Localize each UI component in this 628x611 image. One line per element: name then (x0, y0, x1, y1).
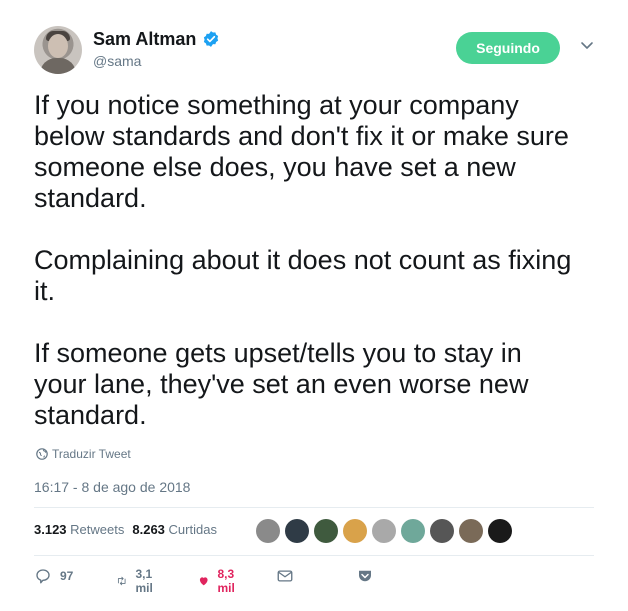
liker-avatar[interactable] (430, 519, 454, 543)
envelope-icon (277, 570, 293, 582)
likes-stat[interactable]: 8.263 Curtidas (132, 522, 217, 537)
chevron-down-icon[interactable] (580, 41, 594, 51)
translate-tweet-link[interactable]: Traduzir Tweet (36, 447, 131, 461)
pocket-icon (359, 570, 371, 582)
liker-avatar[interactable] (314, 519, 338, 543)
following-button[interactable]: Seguindo (456, 32, 560, 64)
translate-tweet-label: Traduzir Tweet (52, 447, 131, 461)
liker-avatar[interactable] (488, 519, 512, 543)
liker-avatar[interactable] (459, 519, 483, 543)
reply-count: 97 (60, 569, 74, 583)
liker-avatar[interactable] (372, 519, 396, 543)
liker-avatar[interactable] (343, 519, 367, 543)
likes-count: 8.263 (132, 522, 165, 537)
avatar-body (40, 58, 76, 74)
author-avatar[interactable] (34, 26, 82, 74)
retweets-label: Retweets (70, 522, 125, 537)
heart-icon (199, 577, 208, 586)
liker-avatar[interactable] (256, 519, 280, 543)
likes-label: Curtidas (168, 522, 217, 537)
tweet-timestamp[interactable]: 16:17 - 8 de ago de 2018 (34, 479, 190, 495)
tweet-text: If you notice something at your company … (34, 90, 572, 430)
like-count: 8,3 mil (217, 567, 235, 595)
globe-icon (36, 448, 48, 460)
retweet-icon (117, 576, 126, 586)
avatar-face (48, 34, 68, 58)
tweet-stats: 3.123 Retweets 8.263 Curtidas (34, 522, 217, 537)
liker-avatar[interactable] (285, 519, 309, 543)
bookmark-button[interactable] (356, 567, 374, 585)
author-name[interactable]: Sam Altman (93, 29, 196, 50)
retweets-stat[interactable]: 3.123 Retweets (34, 522, 124, 537)
retweet-button[interactable]: 3,1 mil (116, 567, 159, 595)
reply-button[interactable]: 97 (34, 567, 73, 585)
divider (34, 555, 594, 556)
verified-badge-icon (203, 31, 219, 47)
direct-message-button[interactable] (276, 567, 294, 585)
reply-icon (36, 569, 50, 584)
divider (34, 507, 594, 508)
author-handle[interactable]: @sama (93, 53, 141, 69)
tweet-card: Sam Altman @sama Seguindo If you notice … (0, 0, 628, 611)
retweets-count: 3.123 (34, 522, 67, 537)
liker-avatar[interactable] (401, 519, 425, 543)
like-button[interactable]: 8,3 mil (198, 567, 241, 595)
retweet-count: 3,1 mil (135, 567, 153, 595)
